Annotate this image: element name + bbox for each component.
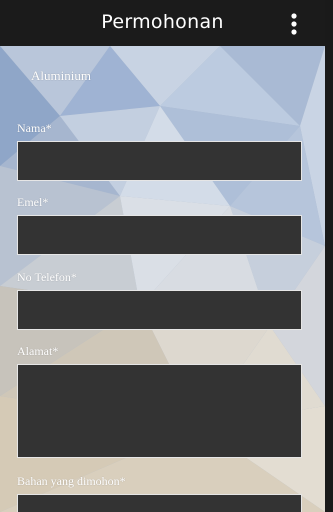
input-no-telefon[interactable]	[17, 290, 302, 330]
input-emel[interactable]	[17, 215, 302, 255]
input-bahan-dimohon[interactable]	[17, 494, 302, 512]
textarea-alamat[interactable]	[17, 364, 302, 458]
input-nama[interactable]	[17, 141, 302, 181]
form-container[interactable]: Aluminium Nama* Emel* No Telefon* Alamat…	[0, 46, 325, 512]
page-title: Permohonan	[101, 11, 224, 33]
overflow-menu-icon[interactable]	[286, 12, 302, 36]
label-no-telefon: No Telefon*	[17, 270, 77, 284]
label-nama: Nama*	[17, 121, 52, 135]
label-alamat: Alamat*	[17, 344, 59, 358]
screen-edge	[325, 0, 333, 512]
label-bahan-dimohon: Bahan yang dimohon*	[17, 474, 126, 488]
selected-material[interactable]: Aluminium	[31, 68, 91, 84]
label-emel: Emel*	[17, 195, 49, 209]
app-bar: Permohonan	[0, 0, 325, 46]
